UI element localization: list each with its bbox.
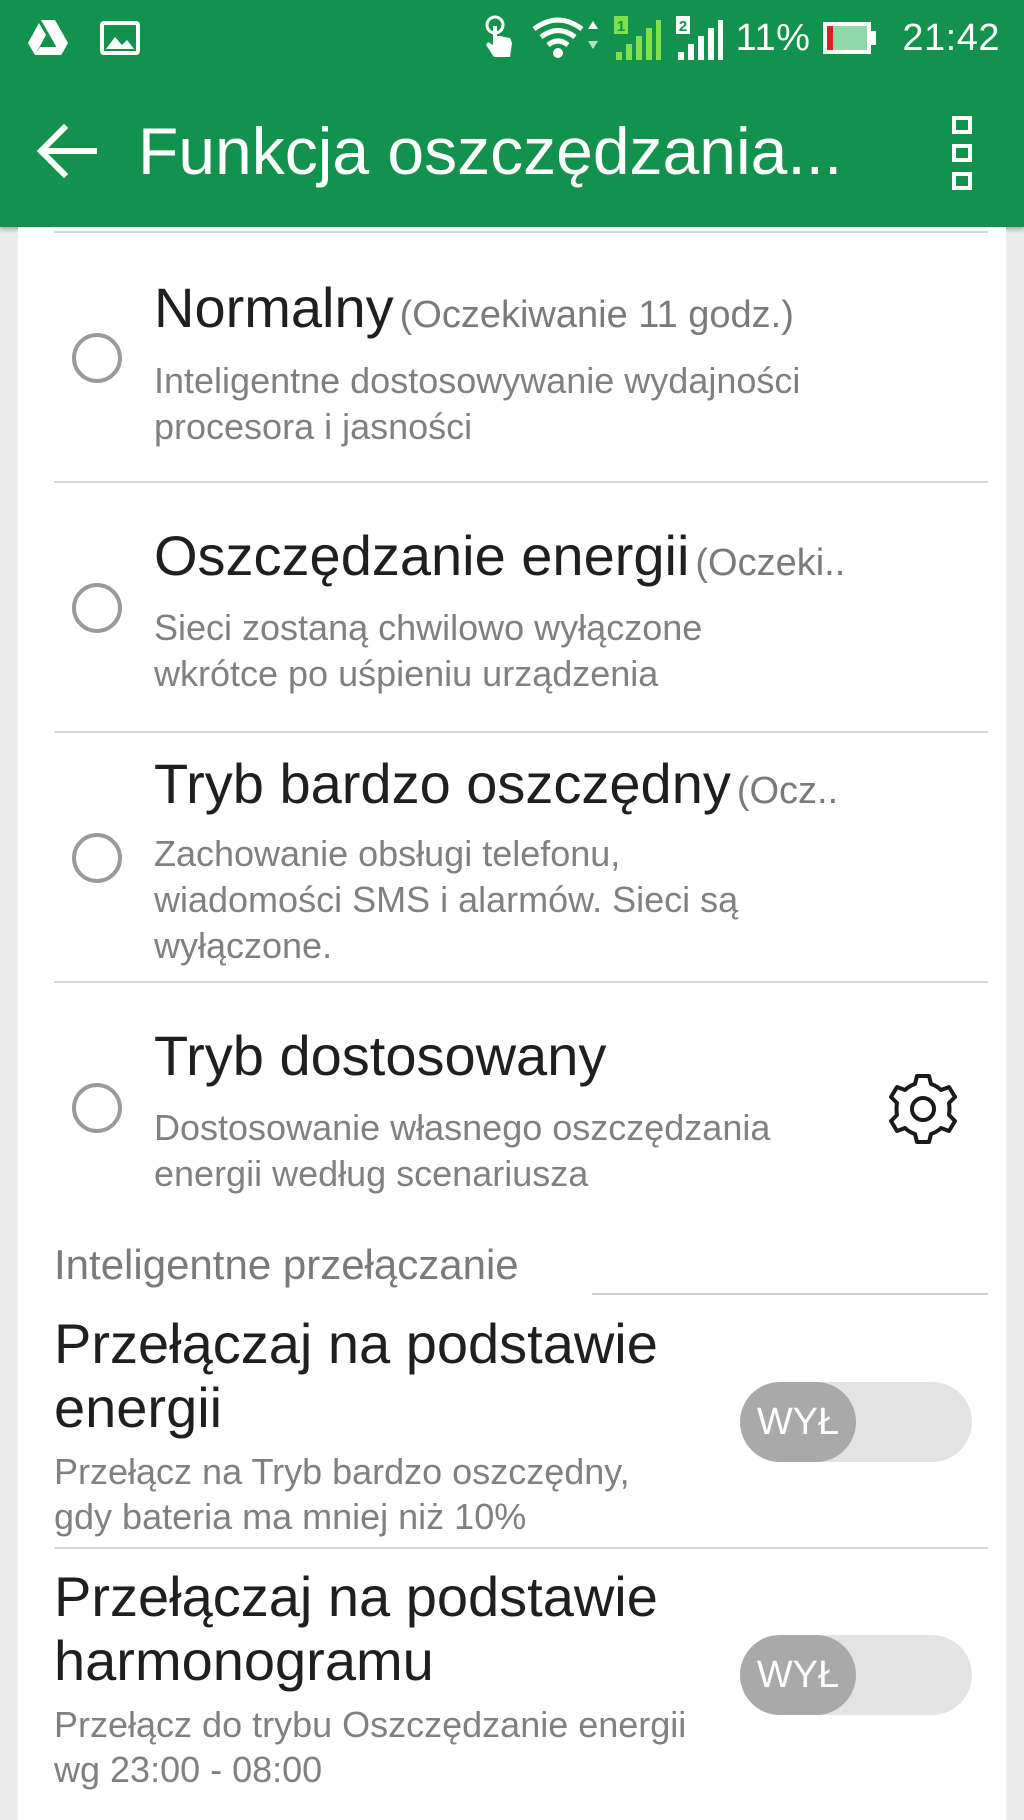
settings-card: Normalny (Oczekiwanie 11 godz.) Inteligen…: [18, 227, 1006, 1820]
switch-by-energy-description: Przełącz na Tryb bardzo oszczędny, gdy b…: [54, 1451, 630, 1537]
mode-description: Sieci zostaną chwilowo wyłączone wkrótce…: [154, 607, 703, 694]
mode-title: Normalny (Oczekiwanie 11 godz.): [154, 275, 794, 348]
divider: [54, 1547, 988, 1549]
switch-by-schedule-description: Przełącz do trybu Oszczędzanie energii w…: [54, 1704, 687, 1790]
overflow-menu-button[interactable]: [940, 112, 986, 194]
mode-title-text: Oszczędzanie energii: [154, 524, 690, 587]
drive-icon: [28, 20, 68, 55]
section-header: Inteligentne przełączanie: [54, 1241, 519, 1288]
app-bar: Funkcja oszczędzania...: [0, 76, 1024, 227]
mode-option-normalny[interactable]: Normalny (Oczekiwanie 11 godz.) Inteligen…: [18, 233, 1006, 477]
mode-title-text: Tryb bardzo oszczędny: [154, 752, 731, 815]
signal-sim1-icon: 1: [613, 16, 661, 60]
clock: 21:42: [902, 17, 1000, 59]
mode-title: Tryb dostosowany: [154, 1024, 607, 1087]
switch-by-energy-title: Przełączaj na podstawie energii: [54, 1312, 658, 1439]
switch-by-schedule-title: Przełączaj na podstawie harmonogramu: [54, 1565, 658, 1692]
radio-button[interactable]: [72, 1083, 122, 1133]
mode-option-tryb-dostosowany[interactable]: Tryb dostosowany Dostosowanie własnego o…: [18, 983, 1006, 1223]
mode-title-text: Normalny: [154, 276, 394, 339]
radio-button[interactable]: [72, 333, 122, 383]
mode-title: Oszczędzanie energii (Oczeki..: [154, 523, 845, 596]
section-divider: [592, 1293, 988, 1295]
radio-button[interactable]: [72, 833, 122, 883]
mode-option-oszczedzanie-energii[interactable]: Oszczędzanie energii (Oczeki.. Sieci zost…: [18, 483, 1006, 729]
switch-by-schedule-toggle[interactable]: WYŁ: [740, 1635, 972, 1715]
mode-description: Zachowanie obsługi telefonu, wiadomości …: [154, 833, 739, 966]
gear-icon: [889, 1074, 957, 1144]
touch-icon: [485, 15, 512, 57]
mode-standby-note: (Oczeki..: [695, 542, 846, 584]
status-bar: 1 2 11% 21:42: [0, 0, 1024, 76]
svg-text:1: 1: [616, 18, 624, 35]
arrow-left-icon: [36, 123, 97, 179]
mode-standby-note: (Oczekiwanie 11 godz.): [399, 294, 794, 336]
toggle-knob: WYŁ: [740, 1635, 856, 1715]
mode-description: Inteligentne dostosowywanie wydajności p…: [154, 360, 801, 447]
svg-text:2: 2: [678, 18, 686, 35]
wifi-icon: [532, 17, 598, 58]
battery-percent: 11%: [735, 17, 811, 59]
mode-standby-note: (Ocz..: [736, 770, 839, 812]
battery-icon: [823, 22, 877, 54]
custom-mode-settings-button[interactable]: [884, 1070, 962, 1148]
overflow-menu-icon: [952, 116, 972, 190]
image-icon: [100, 21, 140, 55]
radio-button[interactable]: [72, 583, 122, 633]
page-title: Funkcja oszczędzania...: [138, 114, 843, 188]
back-button[interactable]: [32, 116, 102, 186]
mode-description: Dostosowanie własnego oszczędzania energ…: [154, 1107, 771, 1194]
switch-by-energy-toggle[interactable]: WYŁ: [740, 1382, 972, 1462]
status-bar-right: 1 2 11% 21:42: [482, 14, 1000, 62]
status-bar-left: [26, 16, 140, 60]
toggle-knob: WYŁ: [740, 1382, 856, 1462]
mode-option-tryb-bardzo-oszczedny[interactable]: Tryb bardzo oszczędny (Ocz.. Zachowanie o…: [18, 733, 1006, 977]
mode-title: Tryb bardzo oszczędny (Ocz..: [154, 751, 838, 824]
signal-sim2-icon: 2: [675, 16, 723, 60]
